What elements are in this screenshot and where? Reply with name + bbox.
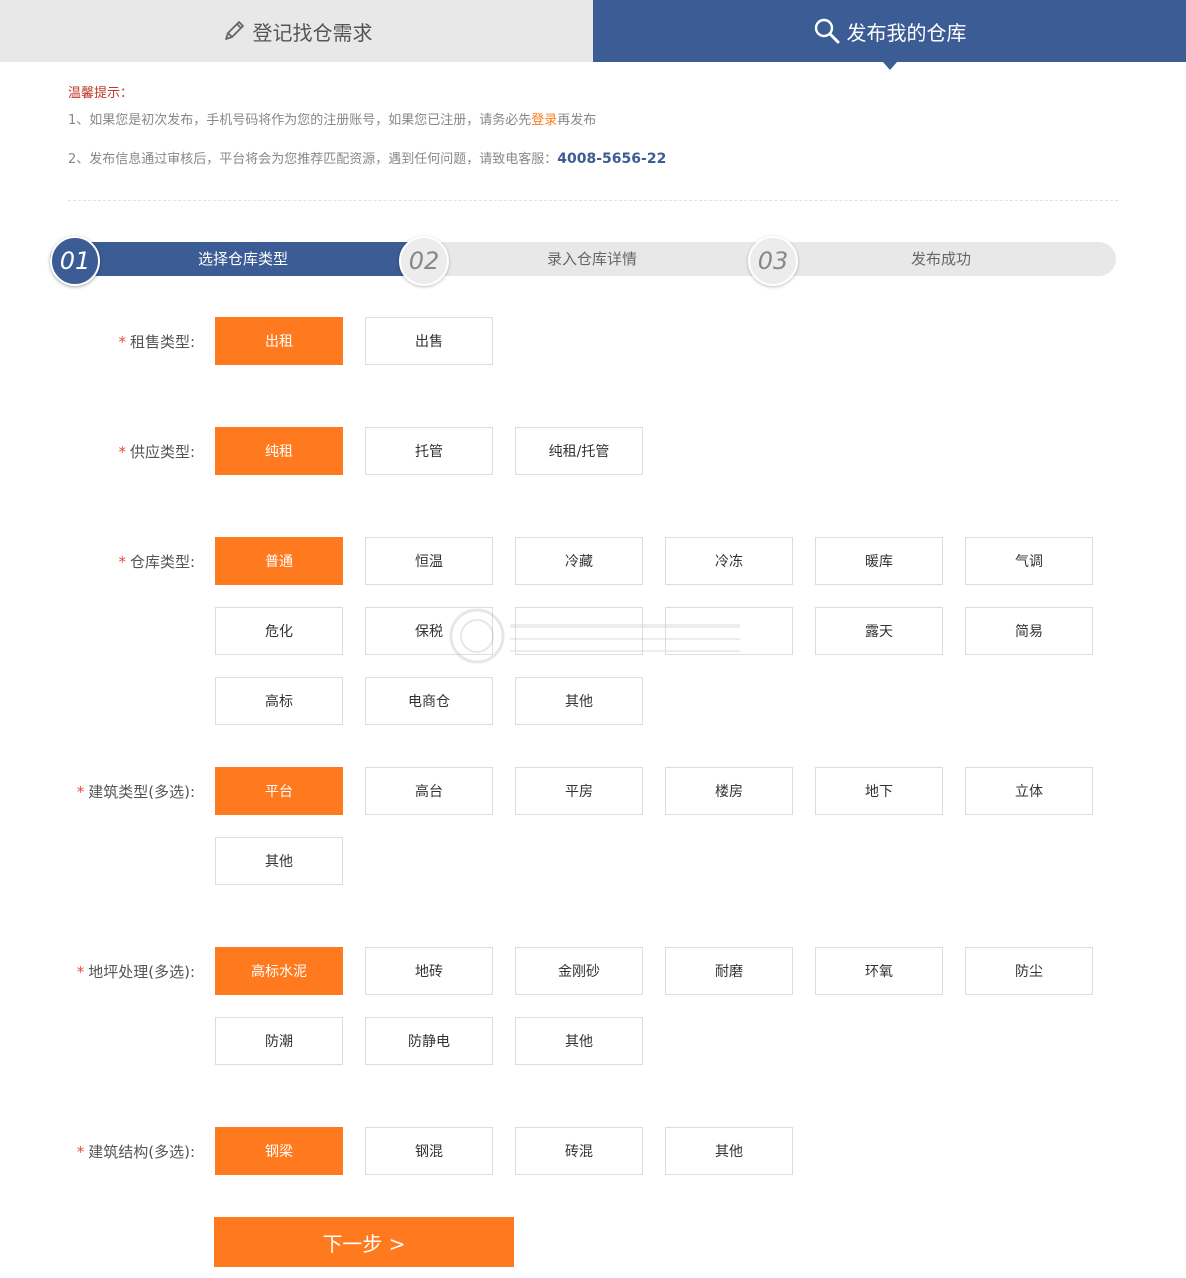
building-option[interactable]: 其他: [215, 837, 343, 885]
tab-register-demand-label: 登记找仓需求: [252, 20, 373, 45]
pencil-icon: [221, 18, 247, 44]
step-2-number: 02: [399, 236, 449, 286]
warehouse-option[interactable]: 气调: [965, 537, 1093, 585]
rent-option-sale[interactable]: 出售: [365, 317, 493, 365]
tips-section: 温馨提示： 1、如果您是初次发布，手机号码将作为您的注册账号，如果您已注册，请务…: [68, 82, 1118, 188]
step-1-label: 选择仓库类型: [197, 250, 288, 268]
supply-type-label: * 供应类型:: [45, 442, 195, 462]
floor-option[interactable]: 耐磨: [665, 947, 793, 995]
required-mark: *: [118, 443, 126, 461]
warehouse-option[interactable]: 普通: [215, 537, 343, 585]
building-option[interactable]: 平房: [515, 767, 643, 815]
required-mark: *: [118, 553, 126, 571]
rent-option-lease[interactable]: 出租: [215, 317, 343, 365]
required-mark: *: [76, 783, 85, 801]
active-tab-pointer: [883, 62, 897, 70]
top-tabs: 登记找仓需求 发布我的仓库: [0, 0, 1186, 62]
floor-option[interactable]: 防静电: [365, 1017, 493, 1065]
supply-option-custody[interactable]: 托管: [365, 427, 493, 475]
supply-option-pure-rent[interactable]: 纯租: [215, 427, 343, 475]
building-option[interactable]: 楼房: [665, 767, 793, 815]
building-option[interactable]: 平台: [215, 767, 343, 815]
next-step-button[interactable]: 下一步 >: [214, 1217, 514, 1267]
warehouse-option[interactable]: 冷藏: [515, 537, 643, 585]
floor-option[interactable]: 金刚砂: [515, 947, 643, 995]
warehouse-option[interactable]: 危化: [215, 607, 343, 655]
tip-line-1-suffix: 再发布: [557, 113, 597, 128]
floor-treatment-label-text: 地坪处理(多选):: [88, 963, 195, 981]
step-3-number: 03: [748, 236, 798, 286]
divider: [68, 200, 1118, 201]
rent-type-label: * 租售类型:: [45, 332, 195, 352]
structure-label: * 建筑结构(多选):: [45, 1142, 195, 1162]
warehouse-type-label-text: 仓库类型:: [129, 553, 195, 571]
building-type-label: * 建筑类型(多选):: [45, 782, 195, 802]
building-type-label-text: 建筑类型(多选):: [88, 783, 195, 801]
required-mark: *: [118, 333, 126, 351]
search-icon: [813, 17, 841, 45]
warehouse-option[interactable]: 简易: [965, 607, 1093, 655]
warehouse-option[interactable]: 露天: [815, 607, 943, 655]
step-1-number: 01: [50, 236, 100, 286]
building-option[interactable]: 地下: [815, 767, 943, 815]
required-mark: *: [76, 1143, 85, 1161]
tab-publish-warehouse-label: 发布我的仓库: [846, 20, 967, 45]
floor-option[interactable]: 其他: [515, 1017, 643, 1065]
tip-line-1-text: 1、如果您是初次发布，手机号码将作为您的注册账号，如果您已注册，请务必先: [68, 113, 532, 128]
warehouse-type-label: * 仓库类型:: [45, 552, 195, 572]
building-option[interactable]: 高台: [365, 767, 493, 815]
structure-label-text: 建筑结构(多选):: [88, 1143, 195, 1161]
floor-treatment-label: * 地坪处理(多选):: [45, 962, 195, 982]
structure-option[interactable]: 砖混: [515, 1127, 643, 1175]
supply-option-both[interactable]: 纯租/托管: [515, 427, 643, 475]
tips-title: 温馨提示：: [68, 86, 134, 101]
tab-register-demand[interactable]: 登记找仓需求: [0, 0, 593, 62]
warehouse-option[interactable]: 电商仓: [365, 677, 493, 725]
required-mark: *: [76, 963, 85, 981]
service-phone: 4008-5656-22: [557, 151, 667, 167]
floor-option[interactable]: 环氧: [815, 947, 943, 995]
progress-steps: 选择仓库类型 录入仓库详情 发布成功 01 02 03: [50, 236, 1116, 286]
step-2-label: 录入仓库详情: [546, 250, 637, 268]
structure-option[interactable]: 钢混: [365, 1127, 493, 1175]
tab-publish-warehouse[interactable]: 发布我的仓库: [593, 0, 1186, 62]
warehouse-option[interactable]: 其他: [515, 677, 643, 725]
supply-type-label-text: 供应类型:: [129, 443, 195, 461]
tip-line-1: 1、如果您是初次发布，手机号码将作为您的注册账号，如果您已注册，请务必先登录再发…: [68, 111, 1118, 131]
warehouse-option[interactable]: 恒温: [365, 537, 493, 585]
warehouse-option[interactable]: 高标: [215, 677, 343, 725]
watermark-logo: [445, 606, 745, 666]
building-option[interactable]: 立体: [965, 767, 1093, 815]
tip-line-2: 2、发布信息通过审核后，平台将会为您推荐匹配资源，遇到任何问题，请致电客服：40…: [68, 149, 1118, 170]
structure-option[interactable]: 其他: [665, 1127, 793, 1175]
warehouse-option[interactable]: 暖库: [815, 537, 943, 585]
floor-option[interactable]: 防尘: [965, 947, 1093, 995]
tip-line-2-text: 2、发布信息通过审核后，平台将会为您推荐匹配资源，遇到任何问题，请致电客服：: [68, 152, 558, 167]
login-link[interactable]: 登录: [531, 113, 557, 128]
warehouse-option[interactable]: 冷冻: [665, 537, 793, 585]
structure-option[interactable]: 钢梁: [215, 1127, 343, 1175]
rent-type-label-text: 租售类型:: [129, 333, 195, 351]
floor-option[interactable]: 防潮: [215, 1017, 343, 1065]
floor-option[interactable]: 高标水泥: [215, 947, 343, 995]
step-3-label: 发布成功: [910, 250, 971, 268]
floor-option[interactable]: 地砖: [365, 947, 493, 995]
